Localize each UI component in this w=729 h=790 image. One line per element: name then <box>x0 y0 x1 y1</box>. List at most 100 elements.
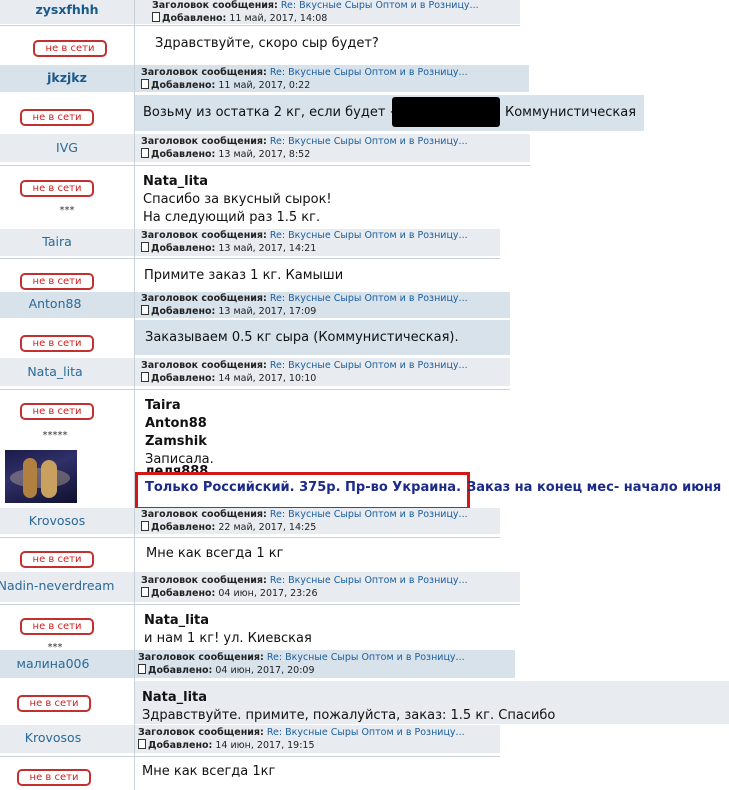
added-label: Добавлено: <box>151 306 216 317</box>
post-meta: Заголовок сообщения: Re: Вкусные Сыры Оп… <box>152 0 479 25</box>
post-icon <box>141 521 149 531</box>
post-text-suffix: Коммунистическая <box>505 105 637 120</box>
author-name[interactable]: Nata_lita <box>0 364 122 379</box>
author-name[interactable]: малина006 <box>0 656 120 671</box>
subject-label: Заголовок сообщения: <box>141 509 267 520</box>
author-name[interactable]: jkzjkz <box>0 70 134 85</box>
subject-link[interactable]: Re: Вкусные Сыры Оптом и в Розницу... <box>270 293 468 304</box>
highlighted-text: Только Российский. 375р. Пр-во Украина. <box>145 480 462 495</box>
author-name[interactable]: zysxfhhh <box>0 2 134 17</box>
subject-link[interactable]: Re: Вкусные Сыры Оптом и в Розницу... <box>270 136 468 147</box>
post-date: 22 май, 2017, 14:25 <box>218 522 317 533</box>
avatar-wings <box>10 468 70 488</box>
divider <box>0 258 500 259</box>
redaction-block <box>392 97 500 127</box>
post-icon <box>141 587 149 597</box>
subject-link[interactable]: Re: Вкусные Сыры Оптом и в Розницу... <box>270 575 468 586</box>
post-body: Nata_lita Здравствуйте. примите, пожалуй… <box>142 689 555 725</box>
column-divider <box>134 0 135 790</box>
added-label: Добавлено: <box>151 80 216 91</box>
post-date: 11 май, 2017, 0:22 <box>218 80 311 91</box>
post-meta: Заголовок сообщения: Re: Вкусные Сыры Оп… <box>141 293 468 318</box>
added-label: Добавлено: <box>151 373 216 384</box>
subject-label: Заголовок сообщения: <box>138 727 264 738</box>
post-text: Возьму из остатка 2 кг, если будет + <box>143 105 401 120</box>
post-icon <box>138 664 146 674</box>
post-line: Здравствуйте. примите, пожалуйста, заказ… <box>142 708 556 723</box>
post-line: На следующий раз 1.5 кг. <box>143 210 321 225</box>
post-icon <box>141 305 149 315</box>
subject-link[interactable]: Re: Вкусные Сыры Оптом и в Розницу... <box>281 0 479 11</box>
subject-link[interactable]: Re: Вкусные Сыры Оптом и в Розницу... <box>267 652 465 663</box>
added-label: Добавлено: <box>151 243 216 254</box>
subject-label: Заголовок сообщения: <box>141 136 267 147</box>
post-line: Спасибо за вкусный сырок! <box>143 192 332 207</box>
subject-label: Заголовок сообщения: <box>141 293 267 304</box>
subject-label: Заголовок сообщения: <box>141 230 267 241</box>
subject-link[interactable]: Re: Вкусные Сыры Оптом и в Розницу... <box>270 230 468 241</box>
post-line: и нам 1 кг! ул. Киевская <box>144 631 312 646</box>
avatar-figure <box>23 458 37 498</box>
quoted-nick: Nata_lita <box>142 690 208 705</box>
post-body: Заказываем 0.5 кг сыра (Коммунистическая… <box>145 330 459 345</box>
post-body: Примите заказ 1 кг. Камыши <box>144 268 344 283</box>
post-text-tail: Заказ на конец мес- начало июня <box>467 480 722 495</box>
author-name[interactable]: Taira <box>0 234 124 249</box>
author-name[interactable]: Krovosos <box>0 730 120 745</box>
author-name[interactable]: Anton88 <box>0 296 122 311</box>
author-name[interactable]: Krovosos <box>0 513 124 528</box>
subject-link[interactable]: Re: Вкусные Сыры Оптом и в Розницу... <box>270 509 468 520</box>
post-meta: Заголовок сообщения: Re: Вкусные Сыры Оп… <box>141 360 468 385</box>
status-badge: не в сети <box>20 335 94 352</box>
post-icon <box>141 242 149 252</box>
rank-stars: *** <box>47 642 63 649</box>
subject-label: Заголовок сообщения: <box>138 652 264 663</box>
post-date: 14 май, 2017, 10:10 <box>218 373 317 384</box>
post-icon <box>152 12 160 22</box>
status-badge: не в сети <box>20 403 94 420</box>
subject-label: Заголовок сообщения: <box>141 575 267 586</box>
author-name[interactable]: Nadin-neverdream <box>0 578 126 593</box>
status-badge: не в сети <box>33 40 107 57</box>
forum-thread: zysxfhhh Заголовок сообщения: Re: Вкусны… <box>0 0 729 790</box>
divider <box>0 25 520 26</box>
post-icon <box>141 372 149 382</box>
added-label: Добавлено: <box>151 149 216 160</box>
post-date: 13 май, 2017, 8:52 <box>218 149 311 160</box>
status-badge: не в сети <box>17 769 91 786</box>
status-badge: не в сети <box>20 618 94 635</box>
post-date: 14 июн, 2017, 19:15 <box>215 740 315 751</box>
rank-stars: ***** <box>42 430 68 441</box>
divider <box>0 604 520 605</box>
subject-link[interactable]: Re: Вкусные Сыры Оптом и в Розницу... <box>270 67 468 78</box>
post-date: 04 июн, 2017, 23:26 <box>218 588 318 599</box>
quoted-nick: Zamshik <box>145 434 207 449</box>
added-label: Добавлено: <box>151 588 216 599</box>
status-badge: не в сети <box>20 109 94 126</box>
post-meta: Заголовок сообщения: Re: Вкусные Сыры Оп… <box>141 230 468 255</box>
subject-link[interactable]: Re: Вкусные Сыры Оптом и в Розницу... <box>267 727 465 738</box>
quoted-nick: Anton88 <box>145 416 207 431</box>
status-badge: не в сети <box>17 695 91 712</box>
subject-link[interactable]: Re: Вкусные Сыры Оптом и в Розницу... <box>270 360 468 371</box>
added-label: Добавлено: <box>148 740 213 751</box>
post-body: Мне как всегда 1кг <box>142 764 276 779</box>
added-label: Добавлено: <box>162 13 227 24</box>
divider <box>0 537 500 538</box>
status-badge: не в сети <box>20 551 94 568</box>
post-body: Nata_lita Спасибо за вкусный сырок! На с… <box>143 173 332 227</box>
post-body: Мне как всегда 1 кг <box>146 546 284 561</box>
divider <box>0 389 510 390</box>
subject-label: Заголовок сообщения: <box>141 67 267 78</box>
added-label: Добавлено: <box>151 522 216 533</box>
post-icon <box>141 79 149 89</box>
post-meta: Заголовок сообщения: Re: Вкусные Сыры Оп… <box>138 652 465 677</box>
quoted-nick-cut: леля888 <box>145 464 209 472</box>
quoted-nick: Taira <box>145 398 181 413</box>
author-name[interactable]: IVG <box>0 140 134 155</box>
post-meta: Заголовок сообщения: Re: Вкусные Сыры Оп… <box>141 136 468 161</box>
quoted-nick: Nata_lita <box>143 174 209 189</box>
post-body: Здравствуйте, скоро сыр будет? <box>155 36 379 51</box>
divider <box>0 756 500 757</box>
post-body: Taira Anton88 Zamshik Записала. <box>145 397 214 469</box>
